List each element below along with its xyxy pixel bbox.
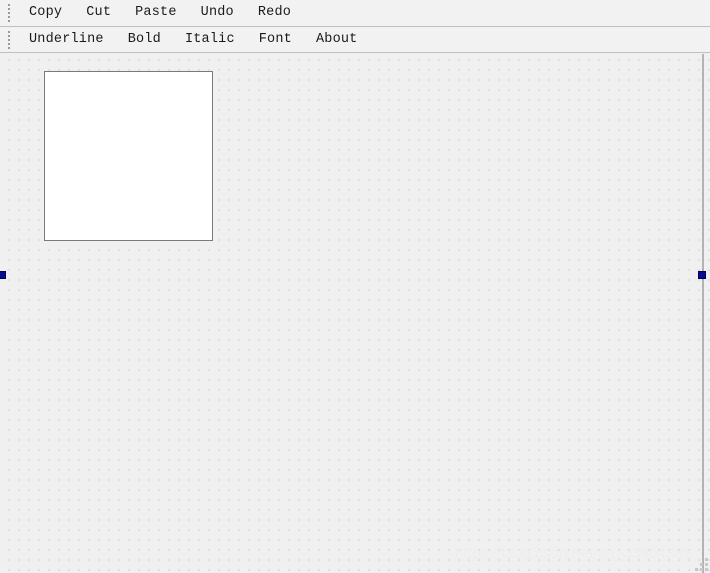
watermark-text: https://blog.csdn.net/qq_33904382 — [455, 545, 692, 562]
undo-button[interactable]: Undo — [190, 3, 245, 23]
edit-toolbar-items: Copy Cut Paste Undo Redo — [17, 0, 303, 26]
bold-button[interactable]: Bold — [117, 30, 172, 50]
redo-button[interactable]: Redo — [247, 3, 302, 23]
cut-button[interactable]: Cut — [75, 3, 122, 23]
edit-toolbar: Copy Cut Paste Undo Redo — [0, 0, 710, 27]
italic-button[interactable]: Italic — [174, 30, 246, 50]
white-panel[interactable] — [44, 71, 213, 241]
font-button[interactable]: Font — [248, 30, 303, 50]
format-toolbar-items: Underline Bold Italic Font About — [17, 28, 369, 52]
splitter-handle-right[interactable] — [698, 271, 706, 279]
window-resize-grip[interactable] — [695, 558, 708, 571]
underline-button[interactable]: Underline — [18, 30, 115, 50]
format-toolbar: Underline Bold Italic Font About — [0, 28, 710, 53]
about-button[interactable]: About — [305, 30, 369, 50]
drag-grip-icon[interactable] — [4, 3, 13, 24]
design-canvas[interactable] — [0, 54, 710, 573]
copy-button[interactable]: Copy — [18, 3, 73, 23]
application-window: Copy Cut Paste Undo Redo Underline Bold … — [0, 0, 710, 573]
drag-grip-icon[interactable] — [4, 30, 13, 51]
vertical-splitter[interactable] — [702, 54, 704, 573]
paste-button[interactable]: Paste — [124, 3, 188, 23]
splitter-handle-left[interactable] — [0, 271, 6, 279]
